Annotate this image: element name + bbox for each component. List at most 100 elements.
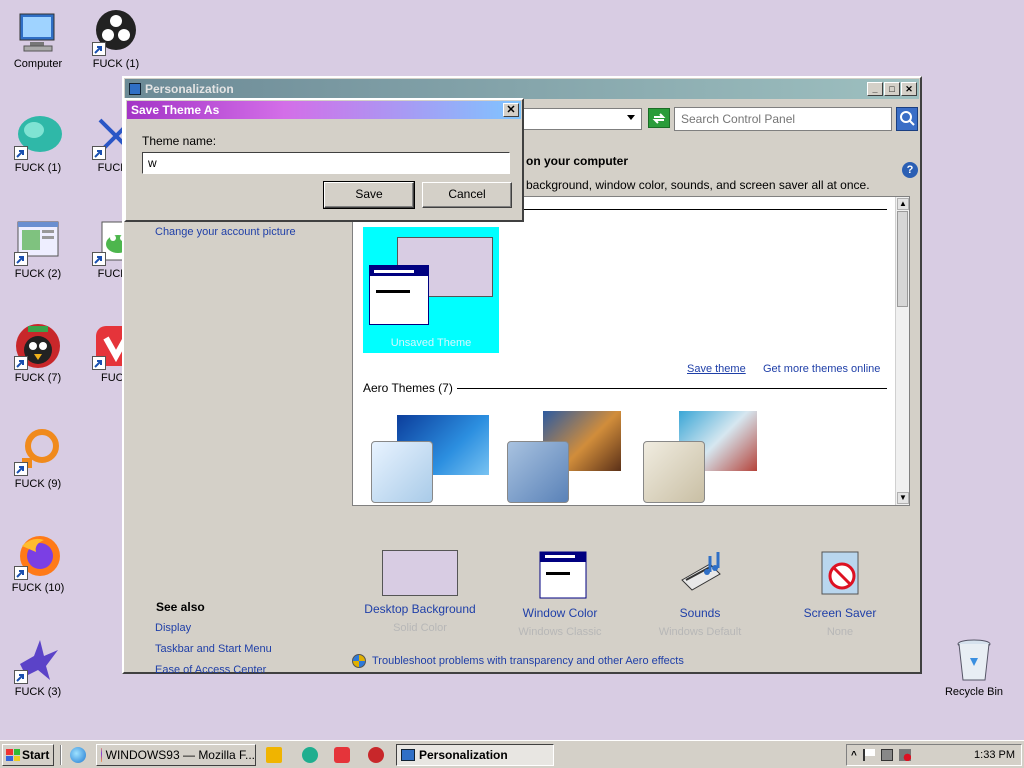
shield-icon: [352, 654, 366, 668]
save-theme-dialog[interactable]: Save Theme As ✕ Theme name: Save Cancel: [124, 98, 524, 222]
desktop-icon-ring[interactable]: FUCK (9): [0, 428, 76, 490]
account-picture-link[interactable]: Change your account picture: [155, 226, 296, 238]
task-label: Personalization: [419, 748, 508, 762]
unsaved-theme-tile[interactable]: Unsaved Theme: [363, 227, 499, 353]
dialog-title: Save Theme As: [131, 103, 220, 117]
screen-saver-value: None: [826, 626, 854, 638]
desktop-background-link[interactable]: Desktop Background: [350, 602, 490, 616]
search-button[interactable]: [896, 107, 918, 131]
see-also-display-link[interactable]: Display: [155, 622, 191, 634]
network-icon[interactable]: [880, 749, 893, 761]
dialog-close-button[interactable]: ✕: [503, 103, 519, 117]
maximize-button[interactable]: □: [884, 82, 900, 96]
save-button[interactable]: Save: [323, 181, 415, 209]
save-theme-link[interactable]: Save theme: [687, 363, 746, 375]
close-button[interactable]: ✕: [901, 82, 917, 96]
flag-icon[interactable]: [862, 749, 875, 761]
teal-app-icon[interactable]: [302, 747, 318, 763]
scrollbar-thumb[interactable]: [897, 211, 908, 307]
angry-bird-icon: [14, 322, 62, 370]
control-panel-icon: [401, 749, 415, 761]
vivaldi-icon[interactable]: [334, 747, 350, 763]
shortcut-arrow-icon: [14, 252, 28, 266]
chevron-down-icon[interactable]: [627, 115, 635, 120]
desktop-icon-bird[interactable]: FUCK (7): [0, 322, 76, 384]
firefox-icon: [101, 748, 102, 762]
media-player-icon[interactable]: [266, 747, 282, 763]
shortcut-arrow-icon: [14, 670, 28, 684]
minimize-button[interactable]: _: [867, 82, 883, 96]
volume-muted-icon[interactable]: [898, 749, 911, 761]
dialog-titlebar[interactable]: Save Theme As ✕: [127, 101, 521, 119]
window-titlebar[interactable]: Personalization _ □ ✕: [125, 79, 919, 99]
window-color-link[interactable]: Window Color: [490, 606, 630, 620]
desktop-background-value: Solid Color: [393, 622, 447, 634]
refresh-button[interactable]: [648, 108, 670, 128]
task-firefox[interactable]: WINDOWS93 — Mozilla F...: [96, 744, 256, 766]
unsaved-theme-label: Unsaved Theme: [390, 337, 472, 349]
scroll-up-icon[interactable]: ▲: [897, 198, 909, 210]
sounds-icon: [662, 550, 738, 600]
clock[interactable]: 1:33 PM: [974, 749, 1015, 761]
theme-name-input[interactable]: [142, 152, 510, 174]
taskbar: Start WINDOWS93 — Mozilla F... Personali…: [0, 740, 1024, 768]
sounds-value: Windows Default: [658, 626, 742, 638]
aero-theme-tile[interactable]: [503, 407, 627, 505]
desktop-icon-label: FUCK (1): [92, 58, 140, 70]
cancel-button[interactable]: Cancel: [422, 182, 512, 208]
refresh-icon: [652, 113, 666, 124]
see-also-ease-of-access-link[interactable]: Ease of Access Center: [155, 664, 266, 676]
desktop-icon-teal[interactable]: FUCK (1): [0, 112, 76, 174]
aero-theme-tile[interactable]: [367, 407, 491, 505]
desktop-icon-recycle-bin[interactable]: Recycle Bin: [936, 636, 1012, 698]
desktop-icon-label: FUCK (9): [14, 478, 62, 490]
screen-saver-icon: [802, 550, 878, 600]
sounds-link[interactable]: Sounds: [630, 606, 770, 620]
desktop-icon-label: FUCK (1): [14, 162, 62, 174]
task-personalization[interactable]: Personalization: [396, 744, 554, 766]
troubleshoot-item[interactable]: Troubleshoot problems with transparency …: [352, 654, 684, 668]
get-more-themes-link[interactable]: Get more themes online: [763, 363, 880, 375]
desktop-icon-obs[interactable]: FUCK (1): [78, 8, 154, 70]
sounds-item[interactable]: Sounds Windows Default: [630, 550, 770, 638]
internet-explorer-icon[interactable]: [70, 747, 86, 763]
address-bar[interactable]: [520, 108, 642, 130]
help-icon[interactable]: ?: [902, 162, 918, 178]
shortcut-arrow-icon: [92, 252, 106, 266]
orange-ring-icon: [14, 428, 62, 476]
shortcut-arrow-icon: [92, 42, 106, 56]
window-color-icon: [522, 550, 598, 600]
task-label: WINDOWS93 — Mozilla F...: [105, 748, 255, 762]
window-title: Personalization: [145, 82, 234, 96]
windows-logo-icon: [6, 749, 20, 761]
troubleshoot-link[interactable]: Troubleshoot problems with transparency …: [372, 655, 684, 667]
window-color-item[interactable]: Window Color Windows Classic: [490, 550, 630, 638]
desktop-icon-firefox[interactable]: FUCK (10): [0, 532, 76, 594]
themes-list[interactable]: Unsaved Theme Save theme Get more themes…: [352, 196, 910, 506]
aero-themes-label: Aero Themes (7): [363, 381, 453, 395]
angry-bird-icon[interactable]: [368, 747, 384, 763]
desktop-icon-label: Computer: [13, 58, 63, 70]
themes-scrollbar[interactable]: ▲ ▼: [895, 197, 909, 505]
aero-theme-tile[interactable]: [639, 407, 763, 505]
theme-glass-preview: [643, 441, 705, 503]
start-button[interactable]: Start: [2, 744, 54, 766]
search-input[interactable]: [674, 107, 892, 131]
desktop-icon-document[interactable]: FUCK (2): [0, 218, 76, 280]
start-label: Start: [22, 748, 50, 762]
page-subheading: background, window color, sounds, and sc…: [526, 178, 870, 192]
screen-saver-item[interactable]: Screen Saver None: [770, 550, 910, 638]
shortcut-arrow-icon: [14, 146, 28, 160]
desktop-background-item[interactable]: Desktop Background Solid Color: [350, 550, 490, 634]
taskbar-separator: [60, 745, 62, 765]
document-window-icon: [14, 218, 62, 266]
desktop-icon-computer[interactable]: Computer: [0, 8, 76, 70]
search-icon: [900, 111, 915, 126]
window-color-value: Windows Classic: [518, 626, 602, 638]
see-also-taskbar-link[interactable]: Taskbar and Start Menu: [155, 643, 272, 655]
tray-expand-icon[interactable]: ^: [851, 750, 857, 761]
scroll-down-icon[interactable]: ▼: [897, 492, 909, 504]
desktop-icon-pigeon[interactable]: FUCK (3): [0, 636, 76, 698]
screen-saver-link[interactable]: Screen Saver: [770, 606, 910, 620]
theme-glass-preview: [507, 441, 569, 503]
